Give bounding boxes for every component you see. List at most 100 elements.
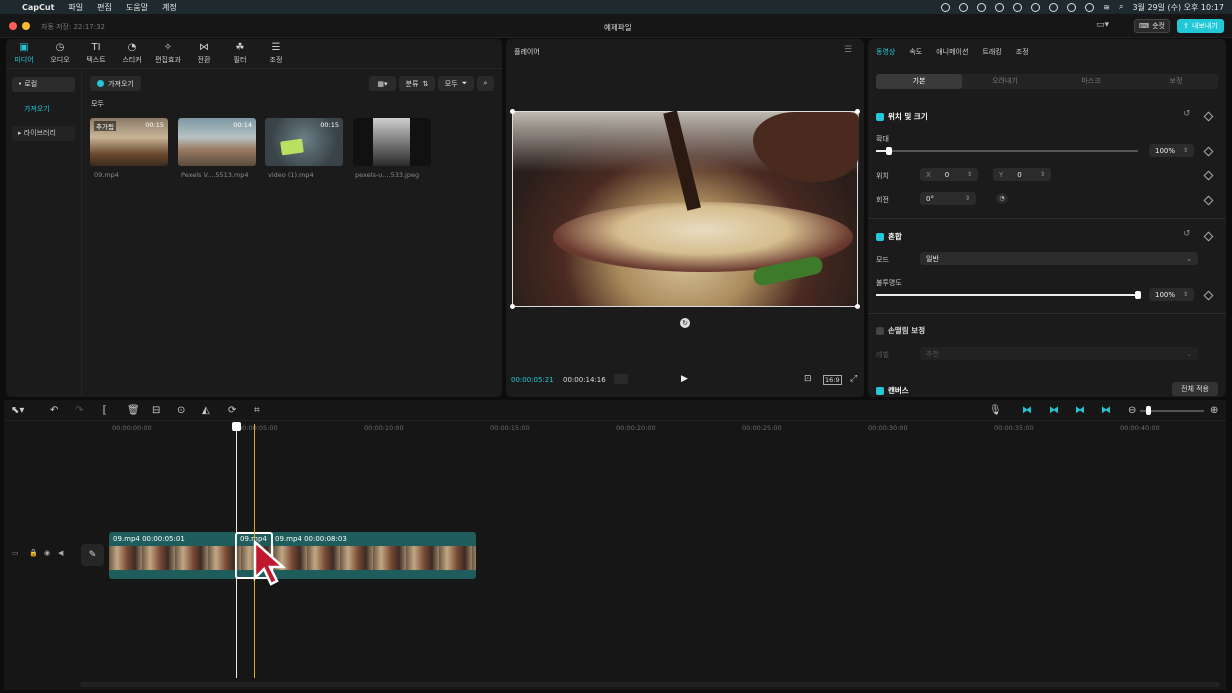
rotate-handle-icon[interactable]: ↻	[680, 318, 690, 328]
eye-icon[interactable]: ◉	[44, 549, 50, 557]
checkbox-checked-icon[interactable]	[876, 232, 884, 241]
playhead[interactable]	[236, 424, 237, 678]
tab-animation[interactable]: 애니메이션	[936, 47, 968, 57]
mirror-icon[interactable]: ◭	[202, 405, 210, 416]
checkbox-checked-icon[interactable]	[876, 112, 884, 121]
media-item[interactable]: 추가됨 00:15	[90, 118, 168, 166]
menu-icon[interactable]: ☰	[844, 45, 852, 55]
snapshot-icon[interactable]: ⊡	[804, 374, 812, 384]
scale-slider[interactable]	[876, 150, 1138, 152]
tab-transition[interactable]: ⋈ 전환	[186, 42, 222, 68]
checkbox-unchecked-icon[interactable]	[876, 326, 884, 335]
video-clip[interactable]: 09.mp4 00:00:05:01 09.mp4 00:00:08:03	[109, 532, 476, 579]
delete-icon[interactable]: 🗑	[127, 405, 140, 416]
stepper-icon[interactable]: ⇕	[1040, 171, 1045, 178]
menu-help[interactable]: 도움말	[126, 2, 148, 13]
playhead-handle[interactable]	[232, 422, 241, 431]
media-item[interactable]: 00:14	[178, 118, 256, 166]
crop-icon[interactable]: ⌗	[254, 405, 260, 416]
opacity-slider-knob[interactable]	[1135, 291, 1141, 299]
microphone-icon[interactable]: 🎙	[989, 405, 1002, 416]
tab-adjustment[interactable]: 조정	[1016, 47, 1029, 57]
subtab-basic[interactable]: 기본	[876, 74, 962, 89]
lock-icon[interactable]: 🔒	[29, 549, 38, 557]
datetime[interactable]: 3월 29일 (수) 오후 10:17	[1132, 2, 1224, 13]
preview-axis-icon[interactable]: ⧓	[1075, 405, 1085, 416]
app-menu[interactable]: CapCut	[22, 3, 54, 12]
status-icon[interactable]	[995, 2, 1005, 12]
scale-value-field[interactable]: 100% ⇕	[1149, 144, 1194, 157]
aspect-ratio-button[interactable]: 16:9	[823, 375, 842, 385]
volume-icon[interactable]: ◀	[58, 549, 63, 557]
rotate-icon[interactable]: ⟳	[228, 405, 236, 416]
media-item[interactable]: 00:15	[265, 118, 343, 166]
timeline-scrollbar[interactable]	[80, 682, 1220, 687]
stepper-icon[interactable]: ⇕	[967, 171, 972, 178]
edit-cover-button[interactable]: ✎	[81, 544, 104, 566]
track-cover-icon[interactable]: ▭	[12, 549, 19, 557]
wifi-icon[interactable]: ≋	[1103, 3, 1110, 12]
filter-button[interactable]: 모두 ⏷	[438, 76, 474, 91]
search-icon[interactable]: ⌕	[1119, 2, 1123, 12]
redo-icon[interactable]: ↷	[75, 405, 83, 416]
status-icon[interactable]	[941, 2, 951, 12]
keyframe-icon[interactable]	[1203, 146, 1214, 157]
reverse-icon[interactable]: ⊙	[177, 405, 185, 416]
sort-button[interactable]: 분류 ⇅	[399, 76, 435, 91]
status-icon[interactable]	[1049, 2, 1059, 12]
menu-file[interactable]: 파일	[68, 2, 83, 13]
stepper-icon[interactable]: ⇕	[1183, 291, 1188, 298]
video-preview[interactable]	[510, 109, 860, 309]
section-blend[interactable]: 혼합	[876, 231, 902, 242]
play-button[interactable]: ▶	[681, 374, 688, 384]
sidebar-item-library[interactable]: ▸ 라이브러리	[12, 126, 75, 141]
reset-icon[interactable]: ↺	[1183, 229, 1191, 239]
position-x-field[interactable]: X 0 ⇕	[920, 168, 978, 181]
zoom-out-icon[interactable]: ⊖	[1128, 405, 1136, 416]
close-window-button[interactable]	[9, 22, 17, 30]
tab-sticker[interactable]: ◔ 스티커	[114, 42, 150, 68]
rotation-field[interactable]: 0° ⇕	[920, 192, 976, 205]
blend-mode-select[interactable]: 일반 ⌄	[920, 252, 1198, 265]
checkbox-checked-icon[interactable]	[876, 386, 884, 395]
undo-icon[interactable]: ↶	[50, 405, 58, 416]
tab-audio[interactable]: ◷ 오디오	[42, 42, 78, 68]
keyframe-icon[interactable]	[1203, 170, 1214, 181]
resize-handle[interactable]	[510, 109, 515, 114]
menu-account[interactable]: 계정	[162, 2, 177, 13]
zoom-in-icon[interactable]: ⊕	[1210, 405, 1218, 416]
shortcut-button[interactable]: ⌨ 숏컷	[1134, 19, 1170, 33]
reset-icon[interactable]: ↺	[1183, 109, 1191, 119]
resize-handle[interactable]	[855, 304, 860, 309]
link-icon[interactable]: ⧓	[1049, 405, 1059, 416]
status-icon[interactable]	[977, 2, 987, 12]
freeze-icon[interactable]: ⊟	[152, 405, 160, 416]
menu-edit[interactable]: 편집	[97, 2, 112, 13]
apply-all-button[interactable]: 전체 적용	[1172, 382, 1218, 396]
section-position-size[interactable]: 위치 및 크기	[876, 111, 928, 122]
section-stabilize[interactable]: 손떨림 보정	[876, 325, 925, 336]
view-toggle[interactable]: ▦▾	[369, 76, 396, 91]
tab-text[interactable]: TI 텍스트	[78, 42, 114, 68]
status-icon[interactable]	[1067, 2, 1077, 12]
timeline-toggle-icon[interactable]	[614, 374, 628, 384]
tab-video[interactable]: 동영상	[876, 47, 895, 57]
resize-handle[interactable]	[855, 109, 860, 114]
stepper-icon[interactable]: ⇕	[1183, 147, 1188, 154]
scale-slider-knob[interactable]	[886, 147, 892, 155]
keyframe-icon[interactable]	[1203, 195, 1214, 206]
media-search-button[interactable]: ⌕	[477, 76, 494, 91]
keyframe-icon[interactable]	[1203, 290, 1214, 301]
subtab-correction[interactable]: 보정	[1134, 74, 1218, 89]
stabilize-level-select[interactable]: 추천 ⌄	[920, 347, 1198, 360]
magnet-icon[interactable]: ⧓	[1022, 405, 1032, 416]
tab-speed[interactable]: 속도	[909, 47, 922, 57]
tab-filter[interactable]: ☘ 필터	[222, 42, 258, 68]
tab-effects[interactable]: ✧ 편집효과	[150, 42, 186, 68]
sidebar-item-import[interactable]: 가져오기	[24, 104, 50, 114]
tab-media[interactable]: ▣ 미디어	[6, 42, 42, 68]
import-button[interactable]: 가져오기	[90, 76, 141, 91]
sidebar-item-local[interactable]: • 로컬	[12, 77, 75, 92]
select-tool-icon[interactable]: ⬉▾	[11, 405, 24, 416]
media-item[interactable]	[353, 118, 431, 166]
